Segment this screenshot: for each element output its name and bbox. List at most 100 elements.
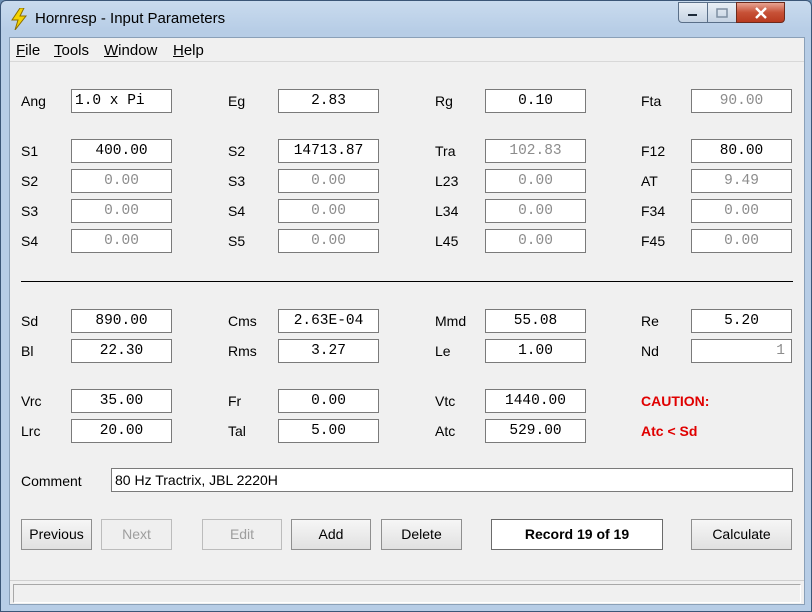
label-s4-lower: S4 (21, 233, 39, 249)
label-mmd: Mmd (435, 313, 467, 329)
field-s4[interactable]: 0.00 (278, 199, 379, 223)
close-button[interactable] (736, 2, 785, 23)
record-indicator: Record 19 of 19 (491, 519, 663, 550)
label-s1: S1 (21, 143, 39, 159)
field-l45[interactable]: 0.00 (485, 229, 586, 253)
title-bar[interactable]: Hornresp - Input Parameters (1, 1, 811, 37)
field-vtc[interactable]: 1440.00 (485, 389, 586, 413)
menu-bar: File Tools Window Help (10, 38, 804, 62)
field-s2[interactable]: 14713.87 (278, 139, 379, 163)
caution-message: Atc < Sd (641, 423, 698, 439)
caution-title: CAUTION: (641, 393, 710, 409)
previous-button[interactable]: Previous (21, 519, 92, 550)
field-rg[interactable]: 0.10 (485, 89, 586, 113)
menu-window[interactable]: Window (104, 42, 157, 59)
minimize-button[interactable] (678, 2, 708, 23)
label-l34: L34 (435, 203, 459, 219)
menu-help[interactable]: Help (173, 42, 204, 59)
label-s4: S4 (228, 203, 246, 219)
label-re: Re (641, 313, 659, 329)
field-tra[interactable]: 102.83 (485, 139, 586, 163)
field-rms[interactable]: 3.27 (278, 339, 379, 363)
label-ang: Ang (21, 93, 46, 109)
field-s5[interactable]: 0.00 (278, 229, 379, 253)
label-at: AT (641, 173, 658, 189)
field-s1[interactable]: 400.00 (71, 139, 172, 163)
label-tra: Tra (435, 143, 456, 159)
label-vrc: Vrc (21, 393, 42, 409)
label-f34: F34 (641, 203, 666, 219)
label-f12: F12 (641, 143, 666, 159)
menu-tools[interactable]: Tools (54, 42, 89, 59)
label-rg: Rg (435, 93, 453, 109)
label-s3: S3 (228, 173, 246, 189)
maximize-icon (716, 7, 728, 18)
delete-button[interactable]: Delete (381, 519, 462, 550)
calculate-button-label: Calculate (712, 526, 771, 542)
field-fta[interactable]: 90.00 (691, 89, 792, 113)
field-s4-lower[interactable]: 0.00 (71, 229, 172, 253)
status-bar (10, 580, 804, 604)
field-l23[interactable]: 0.00 (485, 169, 586, 193)
field-l34[interactable]: 0.00 (485, 199, 586, 223)
label-lrc: Lrc (21, 423, 41, 439)
label-bl: Bl (21, 343, 34, 359)
field-f12[interactable]: 80.00 (691, 139, 792, 163)
field-lrc[interactable]: 20.00 (71, 419, 172, 443)
label-atc: Atc (435, 423, 456, 439)
label-s2: S2 (228, 143, 246, 159)
label-rms: Rms (228, 343, 257, 359)
field-f34[interactable]: 0.00 (691, 199, 792, 223)
field-eg[interactable]: 2.83 (278, 89, 379, 113)
section-divider (21, 281, 793, 282)
next-button[interactable]: Next (101, 519, 172, 550)
field-sd[interactable]: 890.00 (71, 309, 172, 333)
label-sd: Sd (21, 313, 39, 329)
input-parameters-panel: Ang 1.0 x Pi Eg 2.83 Rg 0.10 Fta 90.00 S… (10, 62, 804, 580)
label-fta: Fta (641, 93, 662, 109)
edit-button-label: Edit (229, 526, 255, 542)
field-s3-lower[interactable]: 0.00 (71, 199, 172, 223)
label-nd: Nd (641, 343, 659, 359)
label-l45: L45 (435, 233, 459, 249)
label-s5: S5 (228, 233, 246, 249)
next-button-label: Next (122, 526, 151, 542)
label-cms: Cms (228, 313, 257, 329)
app-window: Hornresp - Input Parameters File Tools W… (0, 0, 812, 612)
calculate-button[interactable]: Calculate (691, 519, 792, 550)
client-area: File Tools Window Help Ang 1.0 x Pi Eg 2… (9, 37, 805, 605)
field-mmd[interactable]: 55.08 (485, 309, 586, 333)
field-bl[interactable]: 22.30 (71, 339, 172, 363)
window-title: Hornresp - Input Parameters (35, 10, 226, 27)
comment-field[interactable]: 80 Hz Tractrix, JBL 2220H (111, 468, 793, 492)
field-s3[interactable]: 0.00 (278, 169, 379, 193)
maximize-button[interactable] (707, 2, 737, 23)
field-cms[interactable]: 2.63E-04 (278, 309, 379, 333)
field-vrc[interactable]: 35.00 (71, 389, 172, 413)
field-f45[interactable]: 0.00 (691, 229, 792, 253)
add-button-label: Add (318, 526, 344, 542)
label-eg: Eg (228, 93, 246, 109)
previous-button-label: Previous (29, 526, 84, 542)
edit-button[interactable]: Edit (202, 519, 282, 550)
field-at[interactable]: 9.49 (691, 169, 792, 193)
close-icon (754, 6, 767, 19)
minimize-icon (688, 13, 697, 16)
menu-file[interactable]: File (16, 42, 40, 59)
field-atc[interactable]: 529.00 (485, 419, 586, 443)
lightning-bolt-icon (11, 8, 28, 30)
field-nd[interactable]: 1 (691, 339, 792, 363)
add-button[interactable]: Add (291, 519, 371, 550)
delete-button-label: Delete (401, 526, 442, 542)
label-f45: F45 (641, 233, 666, 249)
label-l23: L23 (435, 173, 459, 189)
label-s3-lower: S3 (21, 203, 39, 219)
status-pane (13, 584, 801, 603)
field-fr[interactable]: 0.00 (278, 389, 379, 413)
field-s2-lower[interactable]: 0.00 (71, 169, 172, 193)
field-ang[interactable]: 1.0 x Pi (71, 89, 172, 113)
field-tal[interactable]: 5.00 (278, 419, 379, 443)
field-re[interactable]: 5.20 (691, 309, 792, 333)
label-s2-lower: S2 (21, 173, 39, 189)
field-le[interactable]: 1.00 (485, 339, 586, 363)
